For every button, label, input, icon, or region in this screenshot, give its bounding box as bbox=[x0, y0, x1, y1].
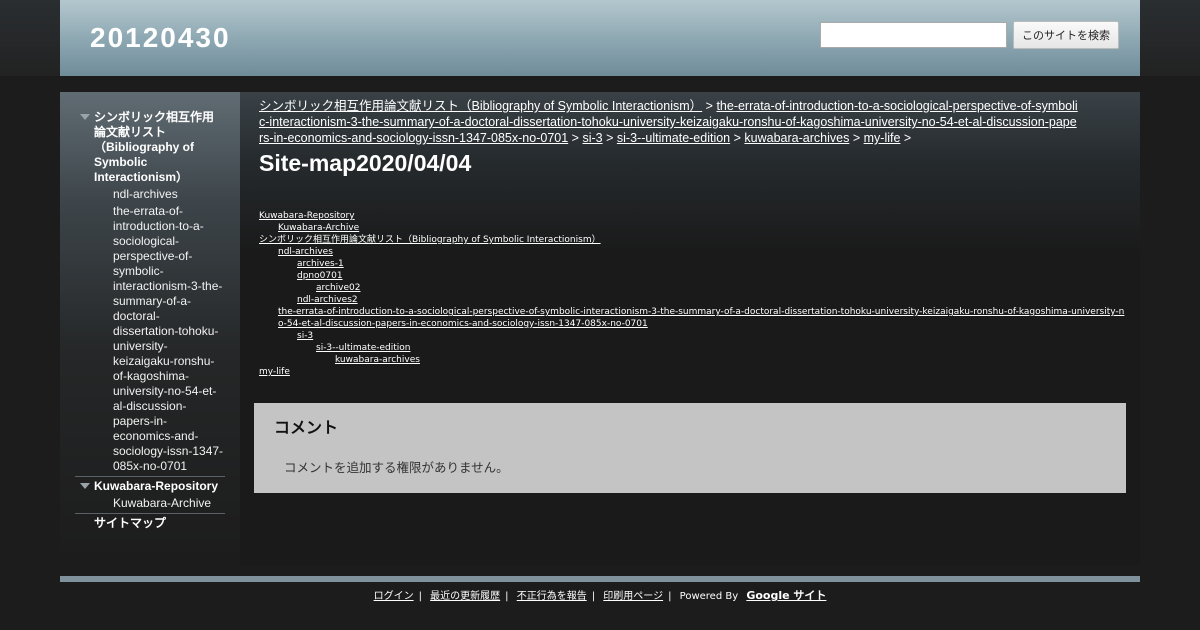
comments-message: コメントを追加する権限がありません。 bbox=[284, 461, 509, 475]
search-button[interactable]: このサイトを検索 bbox=[1013, 21, 1119, 49]
footer-powered-by: Powered By bbox=[679, 591, 739, 602]
breadcrumb-separator: > bbox=[852, 131, 861, 145]
main-content: シンボリック相互作用論文献リスト（Bibliography of Symboli… bbox=[240, 92, 1140, 566]
sidebar-item-label[interactable]: サイトマップ bbox=[94, 516, 166, 530]
sidebar: シンボリック相互作用論文献リスト（Bibliography of Symboli… bbox=[60, 92, 240, 566]
sidebar-divider bbox=[75, 513, 225, 514]
sidebar-subitem-kuwabara-archive[interactable]: Kuwabara-Archive bbox=[75, 496, 225, 511]
comments-title: コメント bbox=[274, 420, 339, 437]
sitemap-link[interactable]: kuwabara-archives bbox=[335, 355, 420, 365]
sitemap-link[interactable]: si-3--ultimate-edition bbox=[316, 343, 410, 353]
breadcrumb-separator: > bbox=[705, 99, 713, 113]
footer-link-report-abuse[interactable]: 不正行為を報告 bbox=[517, 591, 587, 602]
comments-section: コメント コメントを追加する権限がありません。 bbox=[254, 403, 1126, 493]
sitemap-link[interactable]: si-3 bbox=[297, 331, 313, 341]
breadcrumb-separator: > bbox=[733, 131, 741, 145]
sidebar-item-sitemap[interactable]: サイトマップ bbox=[75, 516, 225, 531]
expand-triangle-icon[interactable] bbox=[80, 114, 90, 120]
sitemap-link[interactable]: archives-1 bbox=[297, 259, 344, 269]
sidebar-nav: シンボリック相互作用論文献リスト（Bibliography of Symboli… bbox=[75, 110, 225, 531]
breadcrumb: シンボリック相互作用論文献リスト（Bibliography of Symboli… bbox=[259, 98, 1079, 146]
sitemap-item: archive02 bbox=[259, 282, 1129, 294]
sidebar-item-label[interactable]: Kuwabara-Repository bbox=[94, 479, 218, 493]
footer-link-login[interactable]: ログイン bbox=[374, 591, 414, 602]
footer-link-google-sites[interactable]: Google サイト bbox=[746, 589, 826, 602]
sitemap-item: si-3 bbox=[259, 330, 1129, 342]
sitemap-item: ndl-archives bbox=[259, 246, 1129, 258]
sitemap-item: ndl-archives2 bbox=[259, 294, 1129, 306]
breadcrumb-separator: > bbox=[606, 131, 614, 145]
sitemap-link[interactable]: my-life bbox=[259, 367, 290, 377]
sitemap-item: the-errata-of-introduction-to-a-sociolog… bbox=[259, 306, 1129, 330]
expand-triangle-icon[interactable] bbox=[80, 483, 90, 489]
footer-link-print-page[interactable]: 印刷用ページ bbox=[603, 591, 663, 602]
sidebar-subitem-errata[interactable]: the-errata-of-introduction-to-a-sociolog… bbox=[75, 204, 225, 474]
sitemap-link[interactable]: ndl-archives bbox=[278, 247, 333, 257]
breadcrumb-link[interactable]: シンボリック相互作用論文献リスト（Bibliography of Symboli… bbox=[259, 99, 702, 113]
sitemap-item: my-life bbox=[259, 366, 1129, 378]
breadcrumb-link[interactable]: si-3--ultimate-edition bbox=[617, 131, 730, 145]
footer-link-recent-changes[interactable]: 最近の更新履歴 bbox=[430, 591, 500, 602]
sitemap-link[interactable]: Kuwabara-Archive bbox=[278, 223, 359, 233]
breadcrumb-separator: > bbox=[903, 131, 912, 145]
sitemap-link[interactable]: archive02 bbox=[316, 283, 361, 293]
breadcrumb-link[interactable]: si-3 bbox=[582, 131, 602, 145]
page-title: Site-map2020/04/04 bbox=[259, 150, 472, 176]
search-input[interactable] bbox=[820, 22, 1007, 48]
sitemap-link[interactable]: Kuwabara-Repository bbox=[259, 211, 355, 221]
sitemap-link[interactable]: ndl-archives2 bbox=[297, 295, 358, 305]
sitemap-item: archives-1 bbox=[259, 258, 1129, 270]
sidebar-divider bbox=[75, 476, 225, 477]
sitemap-item: Kuwabara-Archive bbox=[259, 222, 1129, 234]
footer-bar bbox=[60, 576, 1140, 582]
sidebar-item-kuwabara-repository[interactable]: Kuwabara-Repository bbox=[75, 479, 225, 494]
sitemap-link[interactable]: シンボリック相互作用論文献リスト（Bibliography of Symboli… bbox=[259, 235, 601, 245]
breadcrumb-link[interactable]: my-life bbox=[864, 131, 901, 145]
site-title[interactable]: 20120430 bbox=[90, 22, 231, 54]
sitemap-item: Kuwabara-Repository bbox=[259, 210, 1129, 222]
sitemap-item: dpno0701 bbox=[259, 270, 1129, 282]
footer: ログイン | 最近の更新履歴 | 不正行為を報告 | 印刷用ページ | Powered … bbox=[373, 589, 827, 602]
sitemap-link[interactable]: the-errata-of-introduction-to-a-sociolog… bbox=[278, 307, 1124, 329]
sidebar-item-bibliography[interactable]: シンボリック相互作用論文献リスト（Bibliography of Symboli… bbox=[75, 110, 225, 185]
sitemap-link[interactable]: dpno0701 bbox=[297, 271, 343, 281]
sitemap-item: kuwabara-archives bbox=[259, 354, 1129, 366]
sidebar-item-label[interactable]: シンボリック相互作用論文献リスト（Bibliography of Symboli… bbox=[94, 110, 214, 184]
sitemap-item: si-3--ultimate-edition bbox=[259, 342, 1129, 354]
sitemap-tree: Kuwabara-Repository Kuwabara-Archive シンボリッ… bbox=[259, 210, 1129, 378]
breadcrumb-link[interactable]: kuwabara-archives bbox=[744, 131, 849, 145]
sitemap-item: シンボリック相互作用論文献リスト（Bibliography of Symboli… bbox=[259, 234, 1129, 246]
breadcrumb-separator: > bbox=[571, 131, 579, 145]
sidebar-subitem-ndl-archives[interactable]: ndl-archives bbox=[75, 187, 225, 202]
site-header: 20120430 このサイトを検索 bbox=[60, 0, 1140, 76]
